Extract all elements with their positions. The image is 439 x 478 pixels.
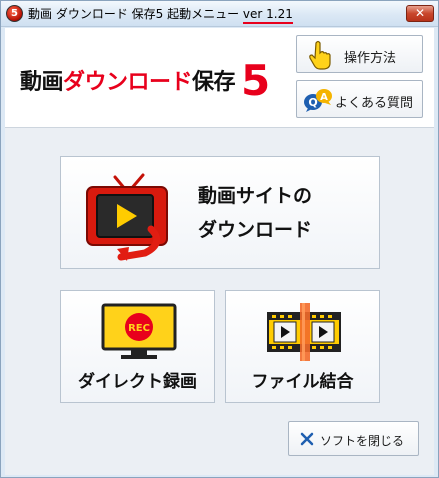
close-software-button[interactable]: ソフトを閉じる: [288, 421, 419, 456]
rec-badge-text: REC: [128, 323, 150, 334]
title-bar[interactable]: 5 動画 ダウンロード 保存5 起動メニュー ver 1.21 ✕: [1, 1, 438, 27]
site-download-button[interactable]: 動画サイトの ダウンロード: [60, 156, 380, 269]
window-close-button[interactable]: ✕: [406, 5, 434, 22]
app-title-part1: 動画: [20, 70, 64, 95]
site-download-line1: 動画サイトの: [198, 185, 313, 207]
window-title-version: ver 1.21: [242, 7, 293, 24]
tv-download-icon: [86, 173, 168, 261]
app-title-number: 5: [241, 56, 270, 105]
howto-label: 操作方法: [344, 51, 397, 66]
direct-record-label: ダイレクト録画: [78, 372, 197, 392]
app-logo-title: 動画ダウンロード保存 5: [20, 56, 270, 105]
faq-icon: Q A: [304, 89, 332, 112]
faq-badge-q: Q: [308, 96, 317, 109]
faq-badge-a: A: [320, 92, 328, 103]
film-join-icon: [267, 303, 341, 361]
direct-record-button[interactable]: REC ダイレクト録画: [60, 290, 215, 403]
app-title-red: ダウンロード: [63, 70, 193, 95]
site-download-line2: ダウンロード: [198, 219, 313, 241]
main-panel: 動画ダウンロード保存 5 操作方法 Q A よくある質問 動画サイトの ダウンロ…: [5, 28, 434, 475]
header-area: 動画ダウンロード保存 5 操作方法 Q A よくある質問: [5, 28, 434, 128]
window-title-main: 動画 ダウンロード 保存5 起動メニュー: [28, 7, 240, 21]
file-join-label: ファイル結合: [251, 372, 354, 392]
pointing-hand-icon: [309, 40, 331, 70]
app-title-part2: 保存: [192, 70, 236, 95]
rec-monitor-icon: REC: [101, 303, 177, 359]
howto-button[interactable]: 操作方法: [296, 35, 423, 73]
app-icon[interactable]: 5: [6, 5, 23, 22]
close-icon: [300, 432, 314, 446]
faq-button[interactable]: Q A よくある質問: [296, 80, 423, 118]
app-window: 5 動画 ダウンロード 保存5 起動メニュー ver 1.21 ✕ 動画ダウンロ…: [0, 0, 439, 478]
file-join-button[interactable]: ファイル結合: [225, 290, 380, 403]
close-software-label: ソフトを閉じる: [320, 434, 405, 448]
faq-label: よくある質問: [335, 96, 414, 111]
window-title: 動画 ダウンロード 保存5 起動メニュー ver 1.21: [28, 5, 293, 24]
